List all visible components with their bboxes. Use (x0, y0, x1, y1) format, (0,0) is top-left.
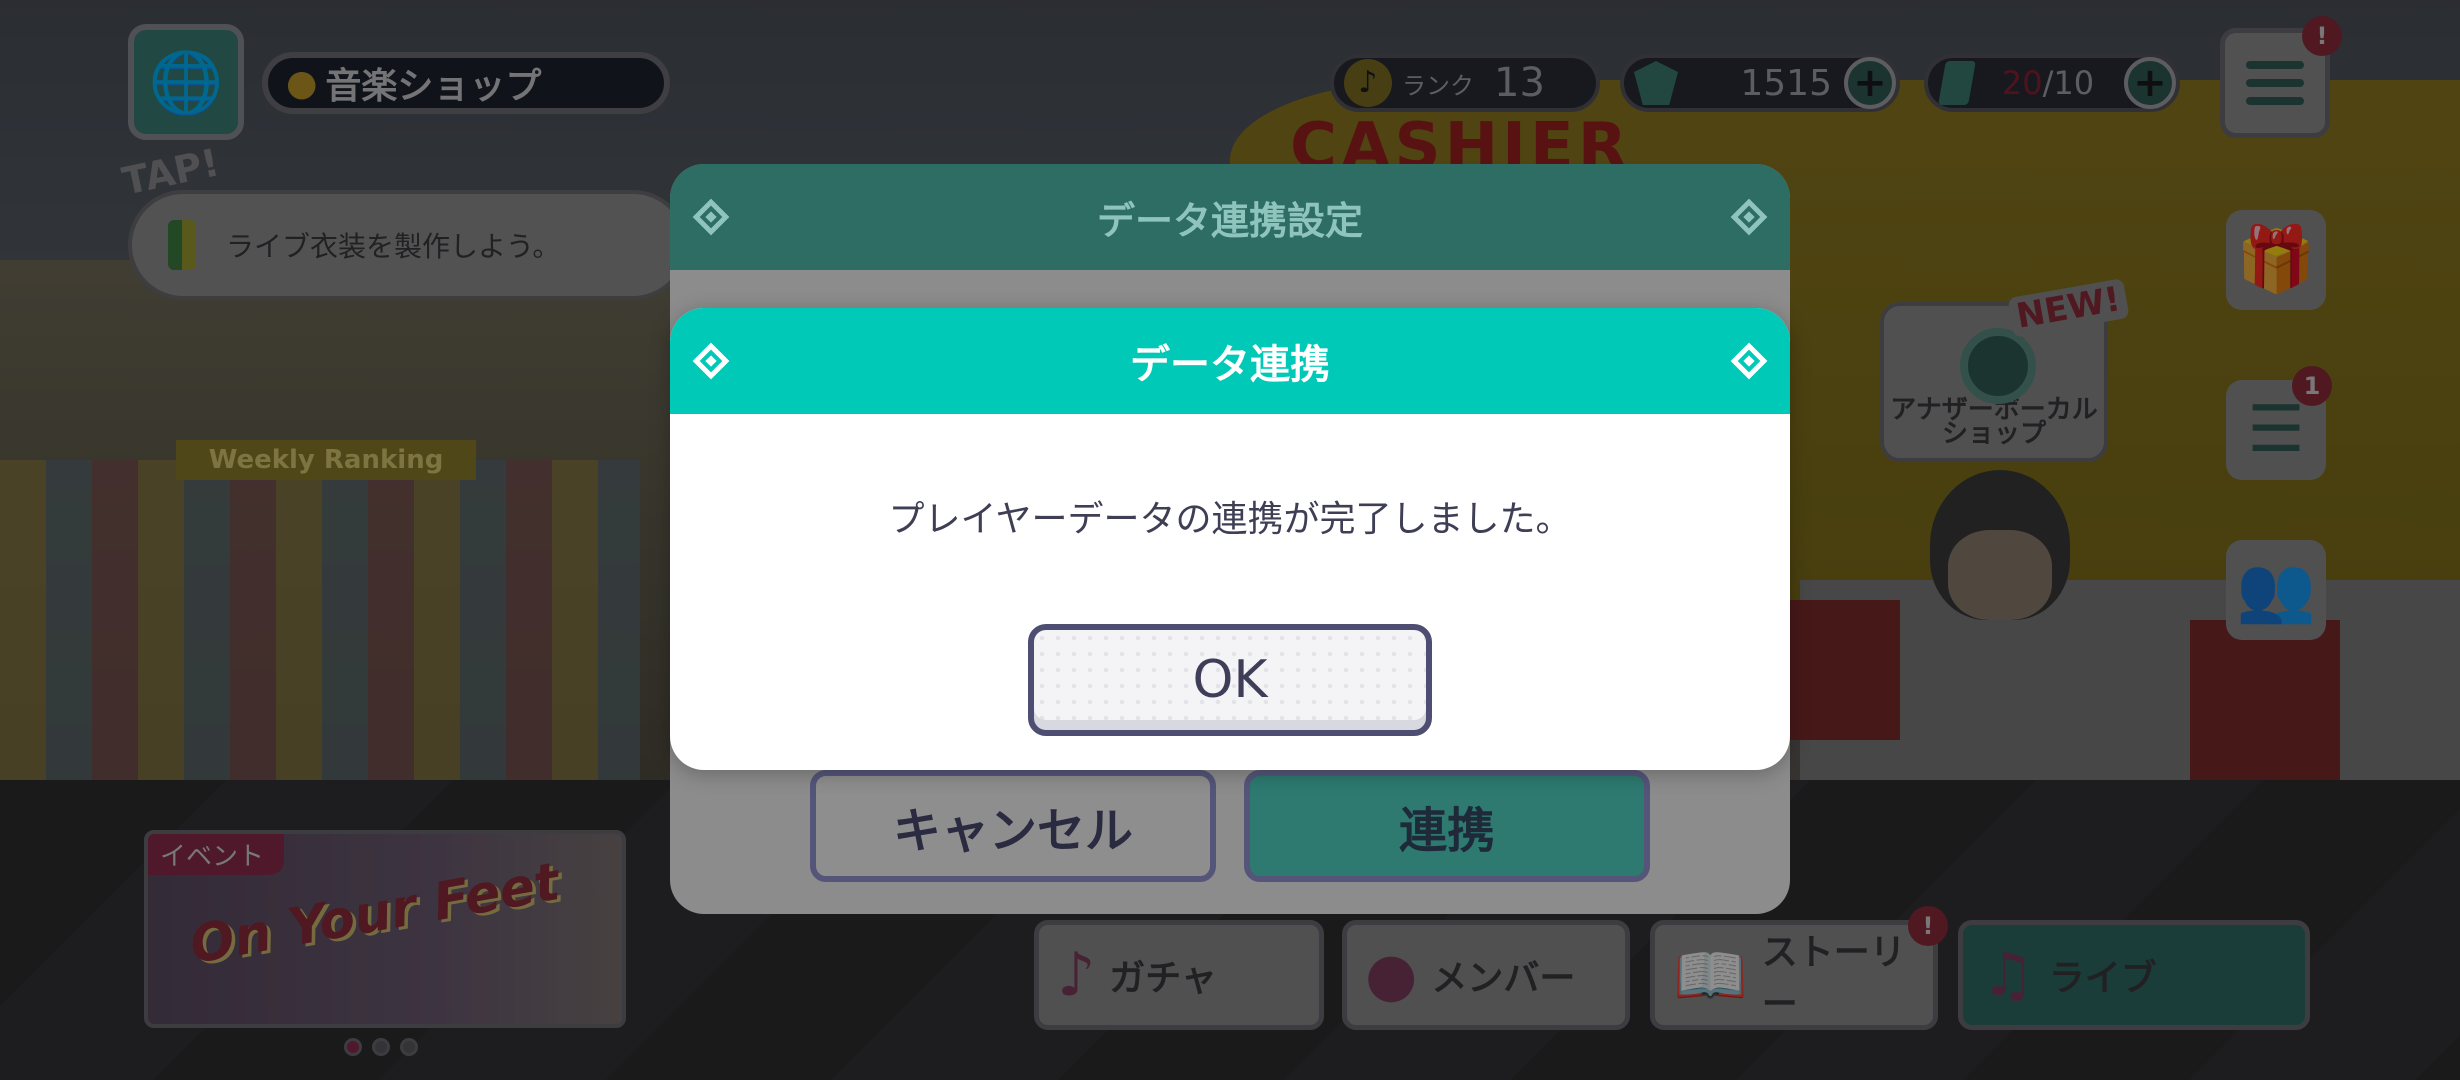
data-link-complete-dialog: データ連携 プレイヤーデータの連携が完了しました。 OK (670, 308, 1790, 770)
diamond-ornament-icon (692, 198, 730, 236)
dialog-title: データ連携 (1130, 342, 1330, 388)
diamond-ornament-icon (1730, 342, 1768, 380)
dialog-header: データ連携 (670, 308, 1790, 414)
dialog-header: データ連携設定 (670, 164, 1790, 270)
dialog-title: データ連携設定 (1096, 198, 1363, 243)
cancel-button[interactable]: キャンセル (810, 770, 1216, 882)
diamond-ornament-icon (1730, 198, 1768, 236)
diamond-ornament-icon (692, 342, 730, 380)
link-button[interactable]: 連携 (1244, 770, 1650, 882)
ok-button[interactable]: OK (1028, 624, 1432, 736)
dialog-message: プレイヤーデータの連携が完了しました。 (888, 499, 1572, 540)
